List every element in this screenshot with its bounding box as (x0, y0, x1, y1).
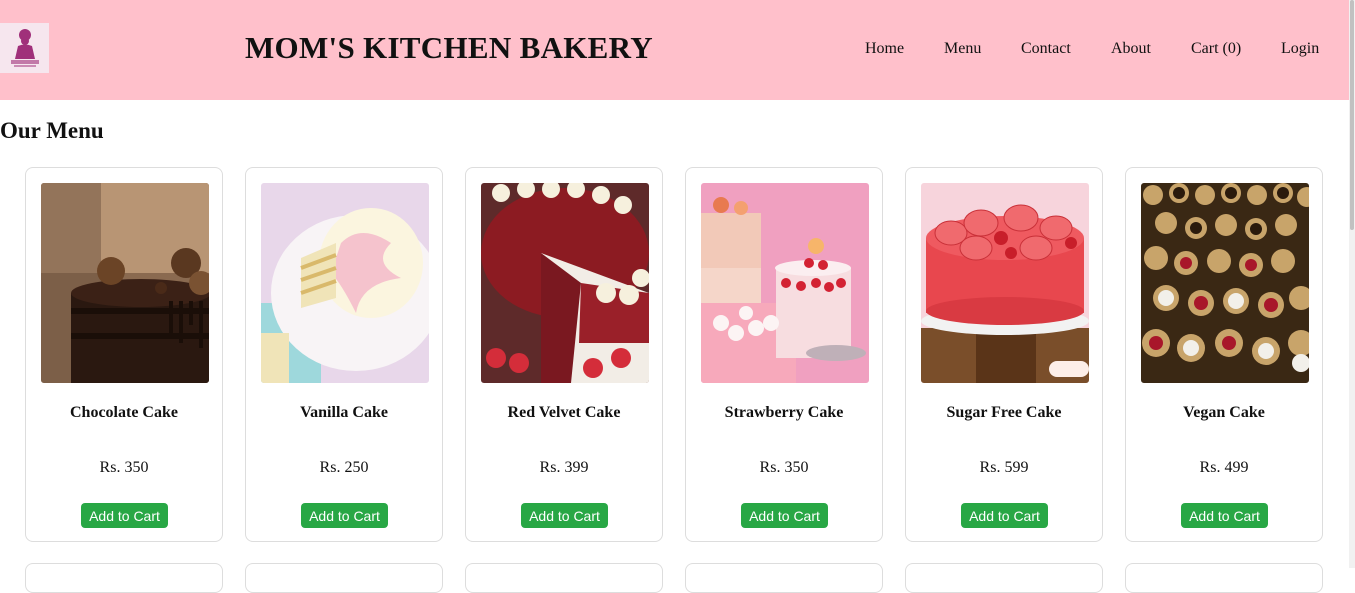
scrollbar-thumb[interactable] (1350, 0, 1354, 230)
product-card: Sugar Free Cake Rs. 599 Add to Cart (905, 167, 1103, 542)
red-velvet-cake-image (481, 183, 649, 383)
product-price: Rs. 250 (319, 459, 369, 476)
vegan-cake-image (1141, 183, 1309, 383)
logo[interactable] (0, 23, 49, 73)
product-price: Rs. 599 (979, 459, 1029, 476)
product-name: Vanilla Cake (300, 404, 388, 421)
nav-about-link[interactable]: About (1111, 40, 1151, 58)
product-price: Rs. 399 (539, 459, 589, 476)
nav-contact-link[interactable]: Contact (1021, 40, 1071, 58)
add-to-cart-button[interactable]: Add to Cart (301, 503, 388, 528)
product-card: Chocolate Cake Rs. 350 Add to Cart (25, 167, 223, 542)
nav-menu-link[interactable]: Menu (944, 40, 981, 58)
product-name: Red Velvet Cake (507, 404, 621, 421)
add-to-cart-button[interactable]: Add to Cart (521, 503, 608, 528)
strawberry-cake-image (701, 183, 869, 383)
add-to-cart-button[interactable]: Add to Cart (741, 503, 828, 528)
nav-login-link[interactable]: Login (1281, 40, 1319, 58)
nav-cart-link[interactable]: Cart (0) (1191, 40, 1241, 58)
site-title: MOM'S KITCHEN BAKERY (245, 30, 653, 65)
vanilla-cake-image (261, 183, 429, 383)
chocolate-cake-image (41, 183, 209, 383)
product-card: Vanilla Cake Rs. 250 Add to Cart (245, 167, 443, 542)
product-name: Strawberry Cake (724, 404, 844, 421)
product-name: Vegan Cake (1183, 404, 1265, 421)
site-header: MOM'S KITCHEN BAKERY Home Menu Contact A… (0, 0, 1349, 100)
sugar-free-cake-image (921, 183, 1089, 383)
menu-heading: Our Menu (0, 118, 104, 143)
add-to-cart-button[interactable]: Add to Cart (81, 503, 168, 528)
product-card: Strawberry Cake Rs. 350 Add to Cart (685, 167, 883, 542)
product-price: Rs. 350 (99, 459, 149, 476)
product-price: Rs. 499 (1199, 459, 1249, 476)
product-card: Vegan Cake Rs. 499 Add to Cart (1125, 167, 1323, 542)
nav-home-link[interactable]: Home (865, 40, 904, 58)
product-card: Red Velvet Cake Rs. 399 Add to Cart (465, 167, 663, 542)
chef-woman-logo-icon (10, 29, 39, 67)
product-name: Sugar Free Cake (946, 404, 1062, 421)
page-scrollbar[interactable] (1349, 0, 1355, 568)
product-price: Rs. 350 (759, 459, 809, 476)
add-to-cart-button[interactable]: Add to Cart (961, 503, 1048, 528)
product-name: Chocolate Cake (70, 404, 178, 421)
add-to-cart-button[interactable]: Add to Cart (1181, 503, 1268, 528)
